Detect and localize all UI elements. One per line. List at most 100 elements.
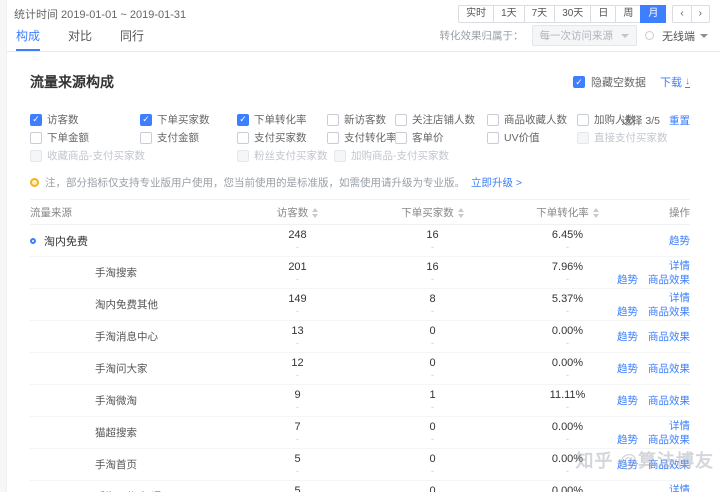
info-icon[interactable] (645, 31, 654, 40)
reset-link[interactable]: 重置 (669, 113, 690, 128)
tab-1[interactable]: 构成 (16, 27, 40, 51)
hide-empty-checkbox[interactable]: ✓ (573, 76, 585, 88)
compare-placeholder: - (230, 307, 365, 316)
metric-checkbox[interactable] (30, 150, 42, 162)
action-item-effect-link[interactable]: 商品效果 (648, 306, 690, 318)
attribution-label: 转化效果归属于： (440, 28, 524, 43)
action-trend-link[interactable]: 趋势 (669, 235, 690, 247)
range-button-3[interactable]: 7天 (524, 5, 556, 23)
compare-placeholder: - (500, 243, 635, 252)
action-trend-link[interactable]: 趋势 (617, 395, 638, 407)
visitors-cell: 5- (230, 485, 365, 492)
metric-label: 下单买家数 (157, 112, 210, 127)
metric-value: 0.00% (500, 485, 635, 492)
terminal-select[interactable]: 无线端 (662, 28, 708, 44)
metric-option[interactable]: 加购商品-支付买家数 (334, 148, 544, 163)
metric-option[interactable]: ✓访客数 (30, 112, 140, 127)
metric-option[interactable]: ✓下单转化率 (237, 112, 327, 127)
metric-option[interactable]: 支付转化率 (327, 130, 395, 145)
action-trend-link[interactable]: 趋势 (617, 306, 638, 318)
action-detail-link[interactable]: 详情 (669, 260, 690, 272)
range-button-1[interactable]: 实时 (458, 5, 494, 23)
next-page-button[interactable]: › (691, 5, 710, 23)
metric-checkbox[interactable] (487, 114, 499, 126)
metric-checkbox[interactable]: ✓ (140, 114, 152, 126)
action-detail-link[interactable]: 详情 (669, 292, 690, 304)
action-item-effect-link[interactable]: 商品效果 (648, 331, 690, 343)
source-name-cell: 猫超搜索 (30, 425, 230, 440)
tab-2[interactable]: 对比 (68, 27, 92, 51)
metric-checkbox[interactable] (237, 132, 249, 144)
range-button-7[interactable]: 月 (640, 5, 666, 23)
metric-option[interactable]: 收藏商品-支付买家数 (30, 148, 237, 163)
download-button[interactable]: 下载 ↓ (660, 74, 690, 90)
visitors-cell: 5- (230, 453, 365, 476)
metric-option[interactable]: 直接支付买家数 (577, 130, 687, 145)
metric-checkbox[interactable] (487, 132, 499, 144)
metric-option[interactable]: 粉丝支付买家数 (237, 148, 334, 163)
action-trend-link[interactable]: 趋势 (617, 274, 638, 286)
metric-value: 0.00% (500, 421, 635, 433)
metric-checkbox[interactable] (395, 132, 407, 144)
metric-checkbox[interactable] (395, 114, 407, 126)
column-header-metric[interactable]: 下单转化率 (500, 205, 635, 220)
action-item-effect-link[interactable]: 商品效果 (648, 434, 690, 446)
rate-cell: 0.00%- (500, 357, 635, 380)
metric-checkbox[interactable] (327, 114, 339, 126)
metric-checkbox[interactable] (334, 150, 346, 162)
metric-checkbox[interactable] (577, 132, 589, 144)
metric-option[interactable]: 支付金额 (140, 130, 237, 145)
metric-checkbox[interactable]: ✓ (30, 114, 42, 126)
metric-checkbox[interactable] (577, 114, 589, 126)
metric-option[interactable]: 客单价 (395, 130, 487, 145)
upgrade-link[interactable]: 立即升级 > (471, 175, 522, 190)
metric-option[interactable]: 支付买家数 (237, 130, 327, 145)
metric-value: 9 (230, 389, 365, 401)
action-trend-link[interactable]: 趋势 (617, 363, 638, 375)
metric-option[interactable]: UV价值 (487, 130, 577, 145)
range-button-2[interactable]: 1天 (493, 5, 525, 23)
action-detail-link[interactable]: 详情 (669, 484, 690, 492)
metric-checkbox[interactable]: ✓ (237, 114, 249, 126)
check-icon: ✓ (575, 78, 583, 87)
metric-checkbox[interactable] (327, 132, 339, 144)
range-button-6[interactable]: 周 (615, 5, 641, 23)
range-button-4[interactable]: 30天 (554, 5, 591, 23)
sort-icon[interactable] (458, 208, 464, 218)
metric-checkbox[interactable] (237, 150, 249, 162)
action-item-effect-link[interactable]: 商品效果 (648, 395, 690, 407)
metric-option[interactable]: 新访客数 (327, 112, 395, 127)
column-header-metric[interactable]: 下单买家数 (365, 205, 500, 220)
metric-option[interactable]: 下单金额 (30, 130, 140, 145)
compare-placeholder: - (230, 403, 365, 412)
attribution-select[interactable]: 每一次访问来源 (532, 25, 638, 46)
source-name-cell: 手淘首页 (30, 457, 230, 472)
action-trend-link[interactable]: 趋势 (617, 331, 638, 343)
rate-cell: 5.37%- (500, 293, 635, 316)
column-header-label: 下单转化率 (536, 207, 589, 219)
visitors-cell: 12- (230, 357, 365, 380)
metric-value: 0 (365, 485, 500, 492)
metric-checkbox[interactable] (30, 132, 42, 144)
action-item-effect-link[interactable]: 商品效果 (648, 274, 690, 286)
topbar: 统计时间 2019-01-01 ~ 2019-01-31 实时1天7天30天日周… (0, 0, 720, 25)
column-header-metric[interactable]: 访客数 (230, 205, 365, 220)
metric-value: 16 (365, 229, 500, 241)
metric-value: 0.00% (500, 325, 635, 337)
prev-page-button[interactable]: ‹ (672, 5, 691, 23)
metric-option[interactable]: ✓ 下单买家数 (140, 112, 237, 127)
metric-value: 149 (230, 293, 365, 305)
sort-icon[interactable] (593, 208, 599, 218)
sort-icon[interactable] (312, 208, 318, 218)
action-trend-link[interactable]: 趋势 (617, 434, 638, 446)
action-detail-link[interactable]: 详情 (669, 420, 690, 432)
visitors-cell: 248- (230, 229, 365, 252)
metric-option[interactable]: 商品收藏人数 (487, 112, 577, 127)
tab-3[interactable]: 同行 (120, 27, 144, 51)
metric-option[interactable]: 关注店铺人数 (395, 112, 487, 127)
metric-checkbox[interactable] (140, 132, 152, 144)
metric-value: 0 (365, 453, 500, 465)
action-item-effect-link[interactable]: 商品效果 (648, 363, 690, 375)
range-button-5[interactable]: 日 (590, 5, 616, 23)
tab-bar: 构成 对比 同行 转化效果归属于： 每一次访问来源 无线端 (0, 25, 720, 52)
